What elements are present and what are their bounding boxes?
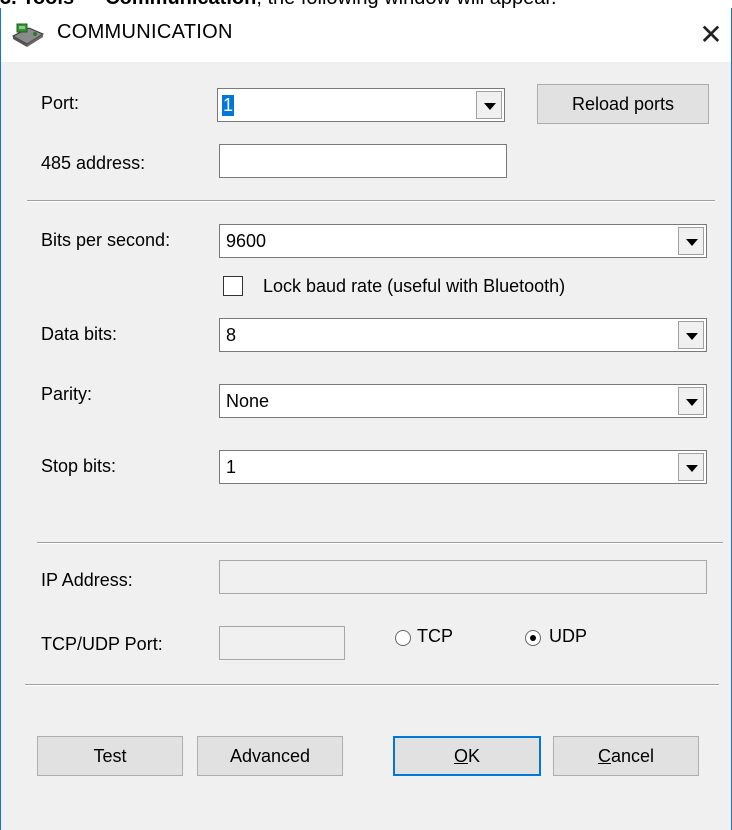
address485-input[interactable]: [219, 144, 507, 178]
bits-per-second-select[interactable]: 9600: [219, 224, 707, 258]
stop-bits-label: Stop bits:: [41, 456, 117, 476]
port-label: Port:: [41, 93, 80, 113]
separator: [27, 200, 715, 202]
address485-label: 485 address:: [41, 153, 146, 173]
chevron-down-icon[interactable]: [678, 321, 704, 349]
reload-ports-button[interactable]: Reload ports: [537, 84, 709, 124]
data-bits-value: 8: [226, 325, 237, 345]
window-title: COMMUNICATION: [57, 21, 233, 43]
lock-baud-checkbox[interactable]: [223, 276, 243, 296]
cancel-button[interactable]: Cancel: [553, 736, 699, 776]
ok-label-rest: K: [468, 746, 481, 766]
parity-label: Parity:: [41, 384, 93, 404]
ip-address-input[interactable]: [219, 560, 707, 594]
tcp-udp-port-label: TCP/UDP Port:: [41, 634, 163, 654]
bits-per-second-label: Bits per second:: [41, 230, 171, 250]
separator: [25, 684, 719, 686]
communication-app-icon: [11, 23, 45, 47]
tcp-radio[interactable]: [395, 630, 411, 646]
advanced-button[interactable]: Advanced: [197, 736, 343, 776]
parity-value: None: [226, 391, 270, 411]
port-select-value: 1: [222, 95, 235, 116]
chevron-down-icon[interactable]: [678, 453, 704, 481]
doc-dash: —: [74, 0, 105, 8]
chevron-down-icon[interactable]: [678, 387, 704, 415]
test-button[interactable]: Test: [37, 736, 183, 776]
udp-radio[interactable]: [525, 630, 541, 646]
close-icon: ✕: [699, 19, 723, 50]
doc-suffix: , the following window will appear.: [256, 0, 556, 8]
ok-accelerator: O: [453, 746, 468, 766]
tcp-label[interactable]: TCP: [417, 626, 453, 647]
chevron-down-icon[interactable]: [476, 91, 502, 119]
port-select[interactable]: 1: [217, 88, 505, 122]
close-button[interactable]: ✕: [691, 16, 731, 54]
doc-bold-term: Communication: [105, 0, 256, 8]
stop-bits-select[interactable]: 1: [219, 450, 707, 484]
lock-baud-label[interactable]: Lock baud rate (useful with Bluetooth): [263, 276, 565, 297]
ip-address-label: IP Address:: [41, 570, 133, 590]
separator: [37, 542, 723, 544]
title-bar[interactable]: COMMUNICATION ✕: [1, 8, 731, 62]
doc-menu-path: 3. Tools: [0, 0, 74, 8]
stop-bits-value: 1: [226, 457, 237, 477]
parity-select[interactable]: None: [219, 384, 707, 418]
cancel-accelerator: C: [597, 746, 611, 766]
data-bits-label: Data bits:: [41, 324, 118, 344]
communication-dialog: COMMUNICATION ✕ Port: 1 Reload ports 485…: [0, 8, 732, 830]
udp-label[interactable]: UDP: [549, 626, 587, 647]
chevron-down-icon[interactable]: [678, 227, 704, 255]
tcp-udp-port-input[interactable]: [219, 626, 345, 660]
data-bits-select[interactable]: 8: [219, 318, 707, 352]
document-instruction-text: 3. Tools — Communication, the following …: [0, 0, 732, 8]
bits-per-second-value: 9600: [226, 231, 267, 251]
cancel-label-rest: ancel: [610, 746, 655, 766]
ok-button[interactable]: OK: [393, 736, 541, 776]
